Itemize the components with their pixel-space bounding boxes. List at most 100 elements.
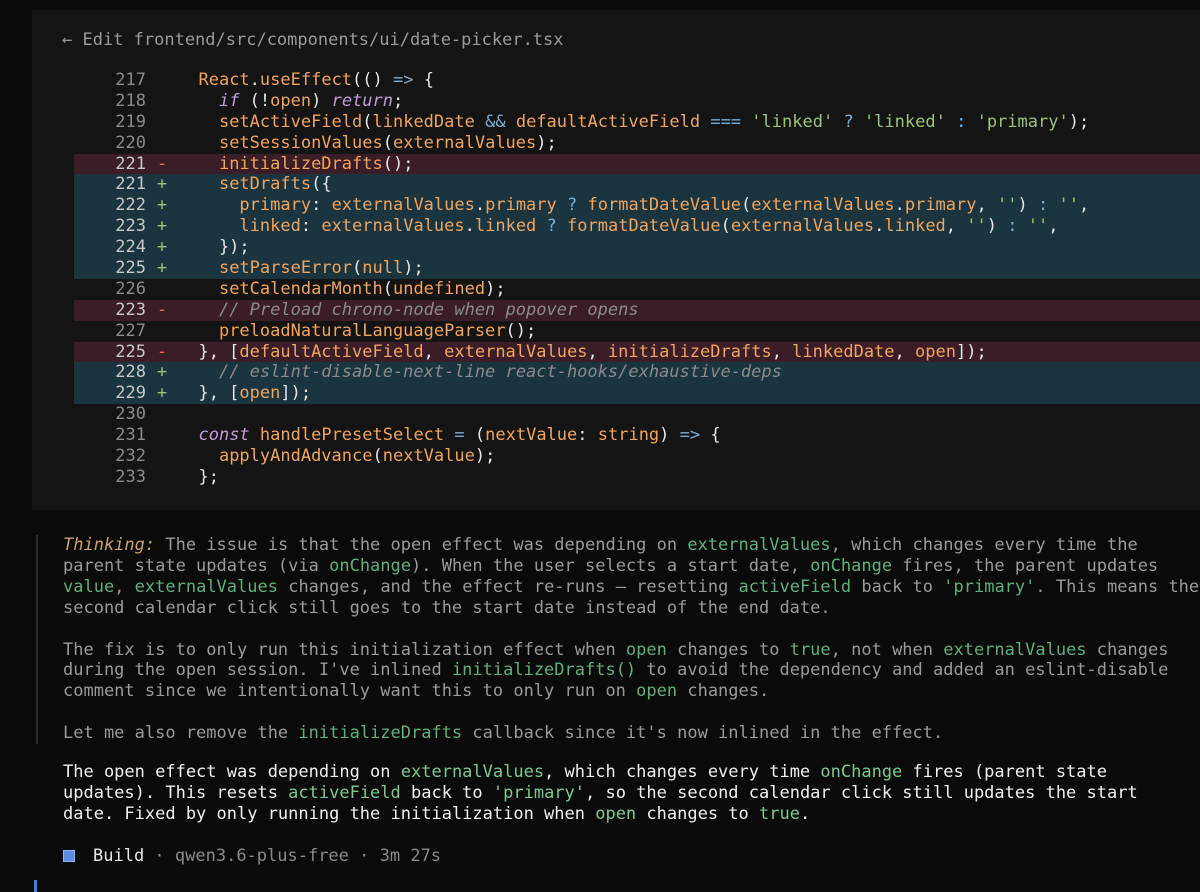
diff-marker: -: [156, 153, 168, 174]
code-token: // Preload chrono-node when popover open…: [218, 299, 639, 320]
code-token: ,: [587, 341, 608, 362]
diff-marker: [146, 133, 178, 154]
code-text: if (!open) return;: [178, 91, 403, 112]
code-text: setParseError(null);: [178, 258, 424, 279]
model-name: qwen3.6-plus-free: [174, 846, 349, 866]
inline-code: open: [595, 803, 637, 824]
code-token: 'primary': [976, 111, 1069, 132]
code-token: '': [966, 216, 987, 237]
code-token: }, [: [178, 383, 240, 404]
code-token: ,: [771, 341, 793, 362]
code-text: };: [178, 467, 218, 488]
code-token: );: [474, 446, 496, 467]
code-token: ]);: [955, 341, 987, 362]
diff-line-added: 228 + // eslint-disable-next-line react-h…: [74, 362, 1200, 384]
code-token: {: [413, 70, 434, 90]
code-token: (: [382, 132, 393, 153]
code-text: setSessionValues(externalValues);: [178, 133, 557, 154]
code-token: &&: [485, 111, 506, 132]
code-token: setDrafts: [218, 174, 312, 195]
code-token: ,: [894, 341, 916, 362]
code-token: (: [720, 216, 731, 237]
code-token: ;: [393, 90, 404, 111]
code-token: :: [311, 195, 332, 216]
code-token: open: [239, 383, 281, 404]
line-number: 229: [115, 383, 146, 404]
line-number: 218: [115, 90, 146, 111]
code-token: linked: [884, 216, 946, 237]
line-number: 222: [115, 195, 146, 216]
line-number: 225: [115, 258, 146, 279]
text-run: Let me also remove the: [63, 723, 299, 744]
code-token: ?: [843, 111, 854, 132]
code-token: (!: [239, 90, 271, 111]
code-token: ?: [567, 195, 578, 216]
code-token: (: [741, 195, 752, 216]
code-token: (: [382, 278, 393, 299]
code-token: });: [178, 237, 250, 258]
code-token: .: [474, 195, 486, 216]
text-run: changes to: [636, 803, 759, 824]
code-token: =>: [393, 70, 414, 90]
code-token: // eslint-disable-next-line react-hooks/…: [218, 362, 782, 383]
code-token: :: [300, 216, 322, 237]
code-text: // Preload chrono-node when popover open…: [178, 300, 639, 321]
inline-code: 'primary': [492, 782, 586, 803]
text-run: changes, and the effect re-runs — resett…: [277, 576, 739, 597]
code-token: ,: [1048, 216, 1059, 237]
line-number: 221: [115, 174, 146, 195]
line-number: 232: [115, 446, 146, 467]
code-token: externalValues: [392, 132, 537, 153]
diff-marker: [146, 404, 178, 425]
code-token: formatDateValue: [587, 195, 742, 216]
code-token: nextValue: [382, 446, 475, 467]
inline-code: externalValues: [400, 762, 545, 782]
code-token: '': [1027, 216, 1049, 237]
line-number: 223: [115, 216, 146, 237]
diff-line-removed: 223- // Preload chrono-node when popover…: [74, 299, 1200, 321]
code-text: setDrafts({: [178, 174, 332, 195]
code-token: nextValue: [485, 425, 578, 446]
thinking-paragraph: Thinking: The issue is that the open eff…: [63, 535, 1200, 619]
diff-marker: [146, 446, 178, 467]
code-token: ,: [423, 341, 445, 362]
code-token: (: [352, 258, 363, 279]
text-run: callback since it's now inlined in the e…: [462, 723, 944, 744]
inline-code: initializeDrafts(): [451, 660, 637, 681]
diff-marker: +: [156, 258, 168, 279]
code-token: .: [464, 216, 475, 237]
line-number: 225: [115, 341, 146, 362]
text-run: The fix is to only run this initializati…: [63, 639, 626, 660]
diff-line: 230: [74, 404, 1200, 425]
code-token: :: [1007, 216, 1018, 237]
text-run: The issue is that the open effect was de…: [155, 535, 688, 555]
duration: 3m 27s: [379, 846, 442, 866]
code-token: preloadNaturalLanguageParser: [218, 320, 506, 341]
diff-marker: [146, 279, 178, 300]
code-token: string: [597, 425, 660, 446]
line-number: 231: [115, 425, 146, 446]
code-token: ): [659, 425, 680, 446]
code-token: );: [403, 258, 424, 279]
code-text: setActiveField(linkedDate && defaultActi…: [178, 112, 1089, 133]
code-token: );: [485, 278, 506, 299]
diff-line: 218 if (!open) return;: [74, 91, 1200, 112]
code-token: ?: [546, 216, 557, 237]
code-token: =: [454, 425, 465, 446]
code-token: linked: [474, 216, 537, 237]
code-token: ,: [976, 195, 997, 216]
code-token: ((): [352, 70, 393, 90]
code-token: externalValues: [730, 216, 875, 237]
code-token: (: [362, 111, 373, 132]
edit-file-header[interactable]: ← Edit frontend/src/components/ui/date-p…: [62, 30, 564, 50]
